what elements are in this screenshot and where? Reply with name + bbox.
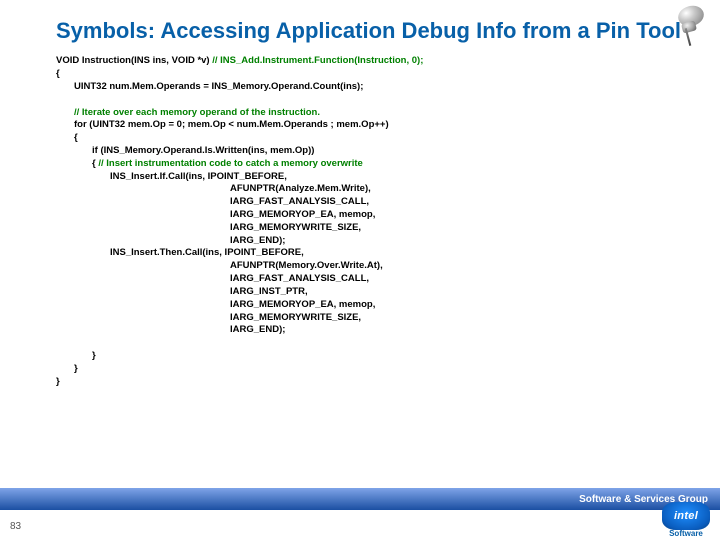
code-line: { bbox=[56, 68, 688, 81]
code-line: IARG_MEMORYWRITE_SIZE, bbox=[230, 222, 688, 235]
page-number: 83 bbox=[10, 521, 21, 532]
intel-logo: intel Software bbox=[662, 502, 710, 538]
code-block: VOID Instruction(INS ins, VOID *v) // IN… bbox=[56, 55, 688, 388]
code-line: IARG_FAST_ANALYSIS_CALL, bbox=[230, 196, 688, 209]
code-line: for (UINT32 mem.Op = 0; mem.Op < num.Mem… bbox=[74, 119, 688, 132]
code-line: IARG_INST_PTR, bbox=[230, 286, 688, 299]
code-line: IARG_MEMORYOP_EA, memop, bbox=[230, 299, 688, 312]
code-line: INS_Insert.If.Call(ins, IPOINT_BEFORE, bbox=[110, 171, 688, 184]
pushpin-icon bbox=[670, 4, 710, 50]
code-line: } bbox=[74, 363, 688, 376]
code-line: { bbox=[74, 132, 688, 145]
intel-software-label: Software bbox=[662, 529, 710, 538]
code-line: UINT32 num.Mem.Operands = INS_Memory.Ope… bbox=[74, 81, 688, 94]
code-line: VOID Instruction(INS ins, VOID *v) // IN… bbox=[56, 55, 688, 68]
code-line: AFUNPTR(Analyze.Mem.Write), bbox=[230, 183, 688, 196]
code-line: IARG_MEMORYOP_EA, memop, bbox=[230, 209, 688, 222]
code-line: INS_Insert.Then.Call(ins, IPOINT_BEFORE, bbox=[110, 247, 688, 260]
code-line: if (INS_Memory.Operand.Is.Written(ins, m… bbox=[92, 145, 688, 158]
footer: Software & Services Group intel Software… bbox=[0, 488, 720, 540]
code-line: { // Insert instrumentation code to catc… bbox=[92, 158, 688, 171]
code-line: IARG_END); bbox=[230, 324, 688, 337]
code-line: } bbox=[92, 350, 688, 363]
code-line bbox=[56, 94, 688, 107]
intel-logo-icon: intel bbox=[662, 502, 710, 530]
code-line: IARG_END); bbox=[230, 235, 688, 248]
code-line: IARG_MEMORYWRITE_SIZE, bbox=[230, 312, 688, 325]
code-line: AFUNPTR(Memory.Over.Write.At), bbox=[230, 260, 688, 273]
code-line: } bbox=[56, 376, 688, 389]
code-line: IARG_FAST_ANALYSIS_CALL, bbox=[230, 273, 688, 286]
code-line: // Iterate over each memory operand of t… bbox=[74, 107, 688, 120]
code-line bbox=[56, 337, 688, 350]
slide-title: Symbols: Accessing Application Debug Inf… bbox=[56, 18, 688, 43]
